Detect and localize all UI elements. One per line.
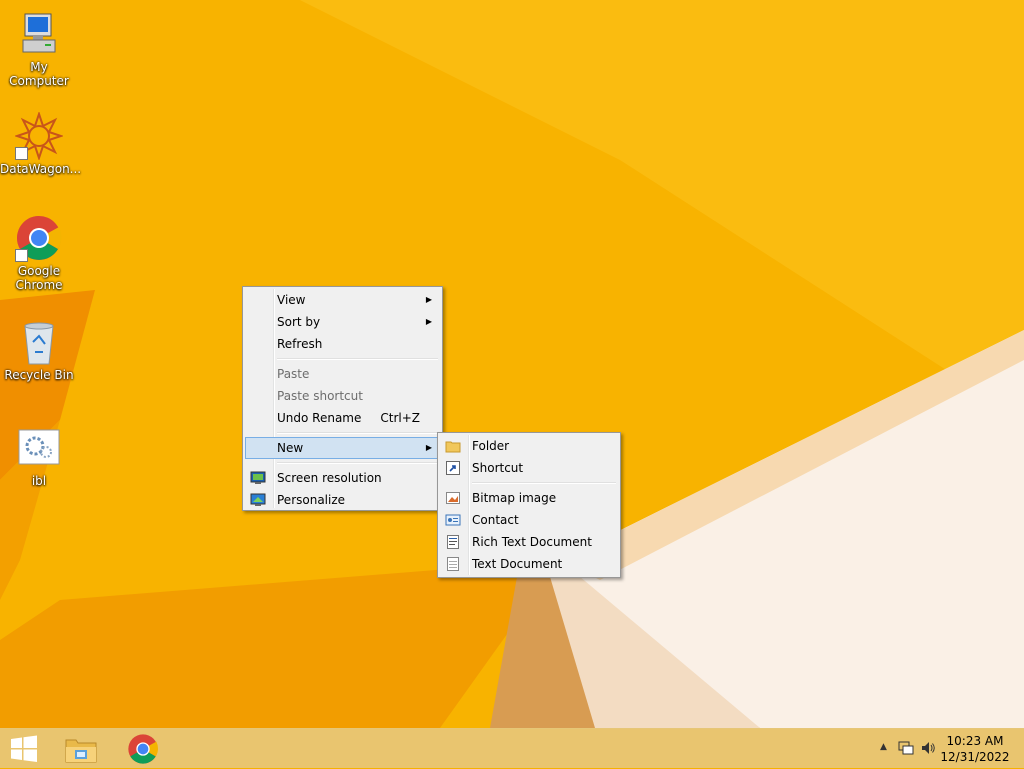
submenu-arrow-icon: ▶ bbox=[425, 443, 432, 452]
desktop-icon-ibl[interactable]: ibl bbox=[0, 424, 78, 488]
desktop-icon-label: Google Chrome bbox=[15, 264, 63, 292]
desktop-icon-recycle-bin[interactable]: Recycle Bin bbox=[0, 318, 78, 382]
desktop-icon-label: ibl bbox=[31, 474, 47, 488]
submenu-arrow-icon: ▶ bbox=[425, 295, 432, 304]
desktop-wallpaper[interactable] bbox=[0, 0, 1024, 768]
computer-icon bbox=[15, 10, 63, 58]
desktop-icon-google-chrome[interactable]: Google Chrome bbox=[0, 214, 78, 292]
clock-time: 10:23 AM bbox=[946, 734, 1004, 748]
menu-item-contact[interactable]: Contact bbox=[440, 509, 618, 531]
start-button[interactable] bbox=[0, 729, 48, 769]
file-explorer-button[interactable] bbox=[53, 729, 109, 769]
datawagon-icon bbox=[13, 110, 65, 162]
desktop-icon-my-computer[interactable]: My Computer bbox=[0, 10, 78, 88]
menu-item-label: Paste shortcut bbox=[277, 389, 363, 403]
file-explorer-icon bbox=[65, 739, 97, 763]
chrome-icon bbox=[15, 214, 63, 262]
personalize-icon bbox=[250, 492, 266, 508]
folder-icon bbox=[445, 438, 461, 454]
menu-item-personalize[interactable]: Personalize bbox=[245, 489, 440, 511]
menu-item-view[interactable]: View ▶ bbox=[245, 289, 440, 311]
menu-item-label: Paste bbox=[277, 367, 310, 381]
menu-item-undo-rename[interactable]: Undo Rename Ctrl+Z bbox=[245, 407, 440, 429]
desktop-icon-label: My Computer bbox=[9, 60, 69, 88]
menu-item-label: Undo Rename bbox=[277, 411, 362, 425]
submenu-arrow-icon: ▶ bbox=[425, 317, 432, 326]
shortcut-arrow-icon bbox=[15, 147, 28, 160]
wallpaper-art bbox=[0, 0, 1024, 768]
desktop-context-menu: View ▶ Sort by ▶ Refresh Paste Paste sho… bbox=[242, 286, 443, 511]
menu-item-paste-shortcut: Paste shortcut bbox=[245, 385, 440, 407]
chrome-icon bbox=[128, 734, 158, 764]
menu-separator bbox=[277, 462, 438, 464]
menu-item-folder[interactable]: Folder bbox=[440, 435, 618, 457]
menu-item-refresh[interactable]: Refresh bbox=[245, 333, 440, 355]
clock[interactable]: 10:23 AM 12/31/2022 bbox=[940, 733, 1010, 765]
network-icon[interactable] bbox=[898, 740, 914, 759]
text-document-icon bbox=[445, 556, 461, 572]
settings-file-icon bbox=[15, 424, 63, 472]
menu-separator bbox=[277, 358, 438, 360]
menu-item-label: Bitmap image bbox=[472, 491, 557, 505]
menu-item-bitmap-image[interactable]: Bitmap image bbox=[440, 487, 618, 509]
taskbar: ▲ 10:23 AM 12/31/2022 bbox=[0, 728, 1024, 768]
volume-icon[interactable] bbox=[920, 740, 936, 759]
shortcut-arrow-icon bbox=[15, 249, 28, 262]
new-submenu: Folder Shortcut Bitmap image Contact Ric… bbox=[437, 432, 621, 578]
chrome-taskbar-button[interactable] bbox=[115, 729, 171, 769]
clock-date: 12/31/2022 bbox=[940, 750, 1010, 764]
menu-item-label: Screen resolution bbox=[277, 471, 382, 485]
rich-text-icon bbox=[445, 534, 461, 550]
menu-separator bbox=[277, 432, 438, 434]
shortcut-icon bbox=[445, 460, 461, 476]
menu-item-text-document[interactable]: Text Document bbox=[440, 553, 618, 575]
menu-item-rich-text-document[interactable]: Rich Text Document bbox=[440, 531, 618, 553]
start-icon bbox=[11, 735, 37, 762]
menu-item-label: Shortcut bbox=[472, 461, 524, 475]
menu-item-label: View bbox=[277, 293, 306, 307]
menu-item-label: Sort by bbox=[277, 315, 321, 329]
desktop-icon-label: DataWagon... bbox=[0, 162, 82, 176]
bitmap-icon bbox=[445, 490, 461, 506]
contact-icon bbox=[445, 512, 461, 528]
recycle-bin-icon bbox=[15, 318, 63, 366]
screen-resolution-icon bbox=[250, 470, 266, 486]
menu-item-paste: Paste bbox=[245, 363, 440, 385]
menu-item-label: Contact bbox=[472, 513, 519, 527]
menu-item-shortcut[interactable]: Shortcut bbox=[440, 457, 618, 479]
desktop-icon-datawagon[interactable]: DataWagon... bbox=[0, 110, 82, 176]
menu-separator bbox=[472, 482, 616, 484]
menu-item-new[interactable]: New ▶ bbox=[245, 437, 440, 459]
menu-item-screen-resolution[interactable]: Screen resolution bbox=[245, 467, 440, 489]
menu-item-accelerator: Ctrl+Z bbox=[380, 411, 420, 425]
menu-item-label: New bbox=[277, 441, 304, 455]
menu-item-label: Rich Text Document bbox=[472, 535, 592, 549]
desktop-icon-label: Recycle Bin bbox=[4, 368, 74, 382]
menu-item-sort-by[interactable]: Sort by ▶ bbox=[245, 311, 440, 333]
menu-item-label: Text Document bbox=[472, 557, 563, 571]
system-tray: ▲ 10:23 AM 12/31/2022 bbox=[864, 729, 1024, 769]
show-hidden-icons-chevron-up-icon[interactable]: ▲ bbox=[880, 742, 887, 752]
menu-item-label: Personalize bbox=[277, 493, 346, 507]
menu-item-label: Folder bbox=[472, 439, 510, 453]
menu-item-label: Refresh bbox=[277, 337, 323, 351]
